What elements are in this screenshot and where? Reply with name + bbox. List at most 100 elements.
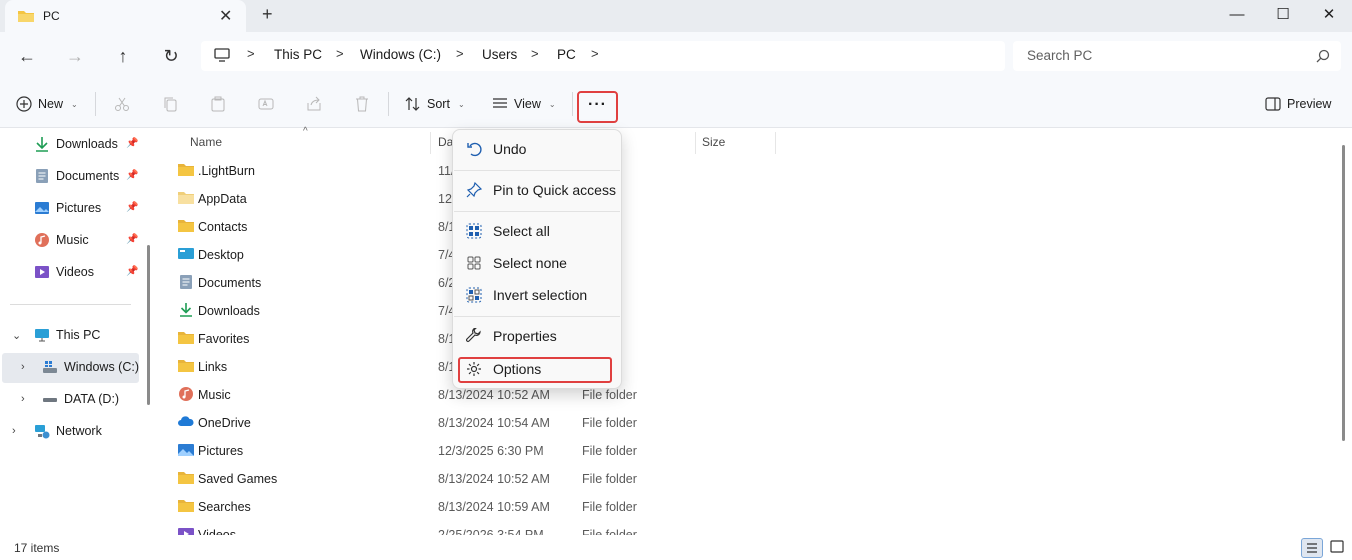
sidebar-item-videos[interactable]: Videos bbox=[34, 258, 94, 286]
file-list-scrollbar[interactable] bbox=[1342, 145, 1345, 441]
preview-button[interactable]: Preview bbox=[1265, 92, 1331, 116]
column-header-name[interactable]: Name bbox=[190, 135, 222, 149]
file-row[interactable]: Saved Games 8/13/2024 10:52 AM File folder bbox=[156, 465, 776, 493]
minimize-button[interactable]: — bbox=[1214, 0, 1260, 32]
file-type: File folder bbox=[582, 472, 637, 486]
chevron-down-icon: ⌄ bbox=[548, 99, 556, 109]
sidebar-item-windows-c[interactable]: Windows (C:) bbox=[42, 353, 139, 381]
chevron-right-icon[interactable]: > bbox=[591, 46, 599, 61]
sidebar-item-label: This PC bbox=[56, 328, 101, 342]
sidebar-item-music[interactable]: Music bbox=[34, 226, 89, 254]
chevron-down-icon: ⌄ bbox=[457, 99, 465, 109]
title-bar: PC ✕ + — ☐ ✕ bbox=[0, 0, 1352, 32]
file-row[interactable]: OneDrive 8/13/2024 10:54 AM File folder bbox=[156, 409, 776, 437]
column-divider[interactable] bbox=[430, 132, 431, 154]
file-date-modified: 8/13/2024 10:54 AM bbox=[438, 416, 550, 430]
select-all-icon bbox=[465, 222, 483, 240]
address-bar[interactable]: > This PC > Windows (C:) > Users > PC > bbox=[201, 41, 1005, 71]
close-window-button[interactable]: ✕ bbox=[1306, 0, 1352, 32]
chevron-right-icon[interactable]: › bbox=[21, 393, 25, 405]
tab-title: PC bbox=[43, 9, 60, 23]
select-none-icon bbox=[465, 254, 483, 272]
menu-item-pin-quick-access[interactable]: Pin to Quick access bbox=[457, 175, 617, 205]
chevron-right-icon[interactable]: › bbox=[12, 425, 16, 437]
details-view-button[interactable] bbox=[1301, 538, 1323, 558]
toolbar-divider bbox=[95, 92, 96, 116]
file-row[interactable]: Pictures 12/3/2025 6:30 PM File folder bbox=[156, 437, 776, 465]
options-highlight bbox=[458, 357, 612, 383]
delete-button[interactable] bbox=[350, 92, 374, 116]
menu-divider bbox=[454, 316, 620, 317]
chevron-right-icon: > bbox=[531, 46, 539, 61]
column-divider[interactable] bbox=[695, 132, 696, 154]
search-input[interactable]: Search PC bbox=[1013, 41, 1341, 71]
tiles-view-button[interactable] bbox=[1327, 538, 1349, 558]
breadcrumb-this-pc[interactable]: This PC bbox=[274, 47, 322, 62]
sidebar-item-downloads[interactable]: Downloads bbox=[34, 130, 118, 158]
paste-button[interactable] bbox=[206, 92, 230, 116]
refresh-button[interactable]: ↻ bbox=[159, 44, 183, 68]
sidebar-item-pictures[interactable]: Pictures bbox=[34, 194, 101, 222]
new-button[interactable]: New ⌄ bbox=[16, 92, 78, 116]
sidebar-item-label: Music bbox=[56, 233, 89, 247]
copy-button[interactable] bbox=[158, 92, 182, 116]
tiles-view-icon bbox=[1330, 540, 1344, 553]
menu-item-select-none[interactable]: Select none bbox=[457, 248, 617, 278]
file-name: Pictures bbox=[198, 444, 244, 458]
menu-item-undo[interactable]: Undo bbox=[457, 134, 617, 164]
maximize-button[interactable]: ☐ bbox=[1260, 0, 1306, 32]
chevron-down-icon: ⌄ bbox=[71, 99, 78, 109]
menu-item-properties[interactable]: Properties bbox=[457, 321, 617, 351]
rename-button[interactable] bbox=[254, 92, 278, 116]
sidebar-scrollbar[interactable] bbox=[147, 245, 150, 405]
column-header-size[interactable]: Size bbox=[702, 135, 725, 149]
menu-divider bbox=[454, 211, 620, 212]
file-name: Music bbox=[198, 388, 231, 402]
copy-icon bbox=[164, 97, 177, 112]
downloads-icon bbox=[178, 303, 194, 317]
download-icon bbox=[36, 137, 48, 152]
menu-item-select-all[interactable]: Select all bbox=[457, 216, 617, 246]
chevron-down-icon[interactable]: ⌄ bbox=[12, 329, 21, 342]
sidebar-item-data-d[interactable]: DATA (D:) bbox=[42, 385, 119, 413]
paste-icon bbox=[211, 96, 225, 112]
back-button[interactable]: ← bbox=[15, 44, 39, 68]
folder-icon bbox=[178, 331, 194, 345]
sidebar-item-label: Downloads bbox=[56, 137, 118, 151]
tab-pc[interactable]: PC ✕ bbox=[5, 0, 246, 32]
column-divider[interactable] bbox=[775, 132, 776, 154]
sidebar-item-this-pc[interactable]: This PC bbox=[34, 321, 100, 349]
cut-button[interactable] bbox=[110, 92, 134, 116]
document-icon bbox=[36, 169, 48, 183]
toolbar-divider bbox=[572, 92, 573, 116]
see-more-button[interactable]: ··· bbox=[577, 91, 618, 123]
music-icon bbox=[35, 233, 49, 247]
folder-icon bbox=[18, 11, 34, 22]
sidebar-item-documents[interactable]: Documents bbox=[34, 162, 119, 190]
sort-label: Sort bbox=[427, 97, 450, 111]
file-name: AppData bbox=[198, 192, 247, 206]
share-button[interactable] bbox=[302, 92, 326, 116]
sidebar-item-label: Pictures bbox=[56, 201, 102, 215]
up-button[interactable]: ↑ bbox=[111, 44, 135, 68]
cut-icon bbox=[115, 97, 129, 111]
file-name: Favorites bbox=[198, 332, 250, 346]
menu-item-invert-selection[interactable]: Invert selection bbox=[457, 280, 617, 310]
new-tab-button[interactable]: + bbox=[262, 4, 273, 25]
pin-icon: 📌 bbox=[126, 202, 139, 213]
preview-label: Preview bbox=[1287, 97, 1332, 111]
breadcrumb-windows-c[interactable]: Windows (C:) bbox=[360, 47, 441, 62]
forward-button[interactable]: → bbox=[63, 44, 87, 68]
menu-item-label: Pin to Quick access bbox=[493, 182, 616, 198]
pin-icon bbox=[465, 181, 483, 199]
details-view-icon bbox=[1307, 543, 1317, 553]
file-row[interactable]: Searches 8/13/2024 10:59 AM File folder bbox=[156, 493, 776, 521]
item-count: 17 items bbox=[14, 541, 60, 555]
close-tab-icon[interactable]: ✕ bbox=[219, 6, 232, 26]
chevron-right-icon[interactable]: › bbox=[21, 361, 25, 373]
sidebar-item-network[interactable]: Network bbox=[34, 417, 102, 445]
breadcrumb-pc[interactable]: PC bbox=[557, 47, 576, 62]
view-button[interactable]: View ⌄ bbox=[492, 92, 556, 116]
breadcrumb-users[interactable]: Users bbox=[482, 47, 517, 62]
sort-button[interactable]: Sort ⌄ bbox=[405, 92, 465, 116]
